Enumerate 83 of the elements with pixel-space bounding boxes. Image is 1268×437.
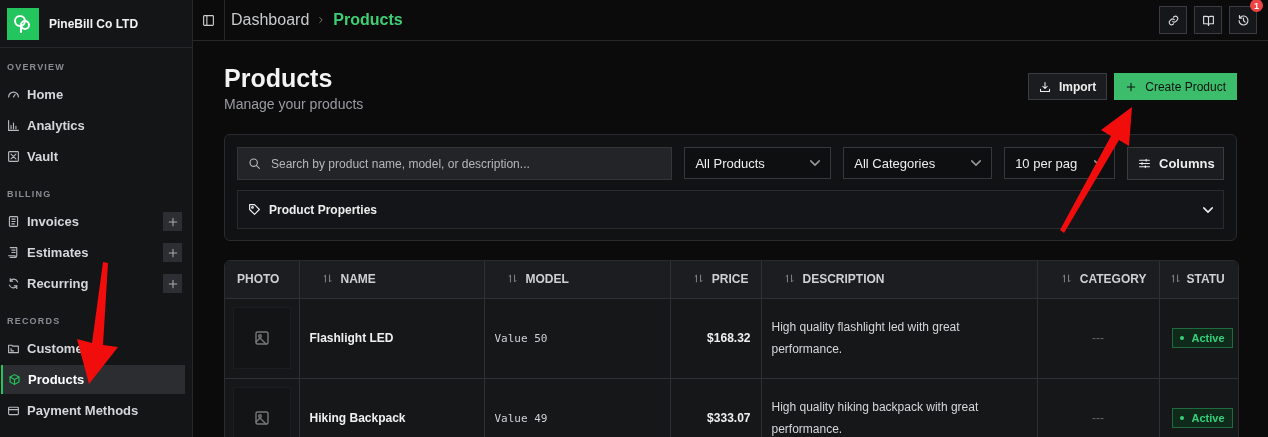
import-button[interactable]: Import xyxy=(1027,73,1108,100)
breadcrumb-link[interactable]: Dashboard xyxy=(231,11,310,29)
sort-icon xyxy=(321,273,333,285)
plus-icon xyxy=(1125,80,1138,93)
gauge-icon xyxy=(7,88,20,101)
plus-icon xyxy=(166,277,179,290)
sidebar-item[interactable]: Vault xyxy=(0,142,182,171)
column-header[interactable]: CATEGORY xyxy=(1037,261,1159,298)
add-button[interactable] xyxy=(163,243,182,262)
sidebar-item[interactable]: Payment Methods xyxy=(0,396,182,425)
sidebar-item[interactable]: Analytics xyxy=(0,111,182,140)
search-icon xyxy=(248,157,261,170)
category-filter-dropdown[interactable]: All Categories xyxy=(843,147,993,179)
tag-icon xyxy=(248,203,261,216)
image-icon xyxy=(254,410,270,426)
page-subtitle: Manage your products xyxy=(224,96,364,112)
breadcrumb-link[interactable]: Products xyxy=(333,11,403,29)
table-cell: --- xyxy=(1037,298,1159,378)
notification-badge: 1 xyxy=(1250,0,1263,12)
column-header[interactable]: PRICE xyxy=(670,261,761,298)
section-label: OVERVIEW xyxy=(6,61,66,74)
plus-icon xyxy=(166,215,179,228)
plus-icon xyxy=(166,246,179,259)
search-field[interactable]: Search by product name, model, or description... xyxy=(237,147,673,180)
book-icon xyxy=(1201,13,1215,27)
status-badge: Active xyxy=(1171,328,1233,348)
link-button[interactable] xyxy=(1159,6,1187,34)
product-properties-toggle[interactable]: Product Properties xyxy=(237,190,1224,229)
sort-icon xyxy=(1169,273,1181,285)
sort-icon xyxy=(1060,273,1072,285)
column-header[interactable]: STATU xyxy=(1159,261,1238,298)
card-icon xyxy=(7,404,20,417)
table-cell: --- xyxy=(1037,378,1159,437)
sidebar-item[interactable]: Home xyxy=(0,80,182,109)
create-product-button[interactable]: Create Product xyxy=(1114,73,1237,100)
table-cell: High quality hiking backpack with great performance. xyxy=(761,378,1037,437)
table-cell: High quality flashlight led with great performance. xyxy=(761,298,1037,378)
table-cell: $168.32 xyxy=(670,298,761,378)
sidebar-item[interactable]: Custome xyxy=(0,334,182,363)
chevron-down-icon xyxy=(810,160,821,166)
column-header[interactable]: MODEL xyxy=(484,261,670,298)
section-label: BILLING xyxy=(6,188,53,201)
add-button[interactable] xyxy=(163,274,182,293)
refresh-icon xyxy=(7,277,20,290)
company-name: PineBill Co LTD xyxy=(49,16,139,31)
history-icon xyxy=(1236,13,1250,27)
sort-icon xyxy=(506,273,518,285)
table-cell: Value 49 xyxy=(484,378,670,437)
columns-button[interactable]: Columns xyxy=(1127,147,1224,180)
image-icon xyxy=(254,330,270,346)
docs-button[interactable] xyxy=(1194,6,1222,34)
chevron-down-icon xyxy=(1203,206,1213,213)
sidebar-item[interactable]: Invoices xyxy=(0,207,163,236)
table-cell: Hiking Backpack xyxy=(299,378,484,437)
package-icon xyxy=(8,373,21,386)
sort-icon xyxy=(692,273,704,285)
document-icon xyxy=(7,215,20,228)
folder-icon xyxy=(7,342,20,355)
sliders-icon xyxy=(1138,157,1151,170)
column-header[interactable]: DESCRIPTION xyxy=(761,261,1037,298)
table-cell: $333.07 xyxy=(670,378,761,437)
table-cell: Flashlight LED xyxy=(299,298,484,378)
boxed-x-icon xyxy=(7,150,20,163)
table-cell: Value 50 xyxy=(484,298,670,378)
sidebar-item[interactable]: Products xyxy=(1,365,185,394)
company-logo xyxy=(7,7,39,40)
scroll-icon xyxy=(7,246,20,259)
product-filter-dropdown[interactable]: All Products xyxy=(684,147,832,179)
bar-chart-icon xyxy=(7,119,20,132)
sidebar-item[interactable]: Recurring xyxy=(0,269,163,298)
add-button[interactable] xyxy=(163,212,182,231)
column-header[interactable]: NAME xyxy=(299,261,484,298)
page-title: Products xyxy=(224,64,334,92)
panel-icon xyxy=(202,13,215,27)
chevron-down-icon xyxy=(971,160,982,166)
sidebar-item[interactable]: Estimates xyxy=(0,238,163,267)
page-size-dropdown[interactable]: 10 per pag xyxy=(1004,147,1115,179)
section-label: RECORDS xyxy=(6,315,62,328)
link-icon xyxy=(1166,13,1180,27)
download-icon xyxy=(1038,80,1051,93)
sort-icon xyxy=(783,273,795,285)
column-header: PHOTO xyxy=(225,261,299,298)
status-badge: Active xyxy=(1171,408,1233,428)
